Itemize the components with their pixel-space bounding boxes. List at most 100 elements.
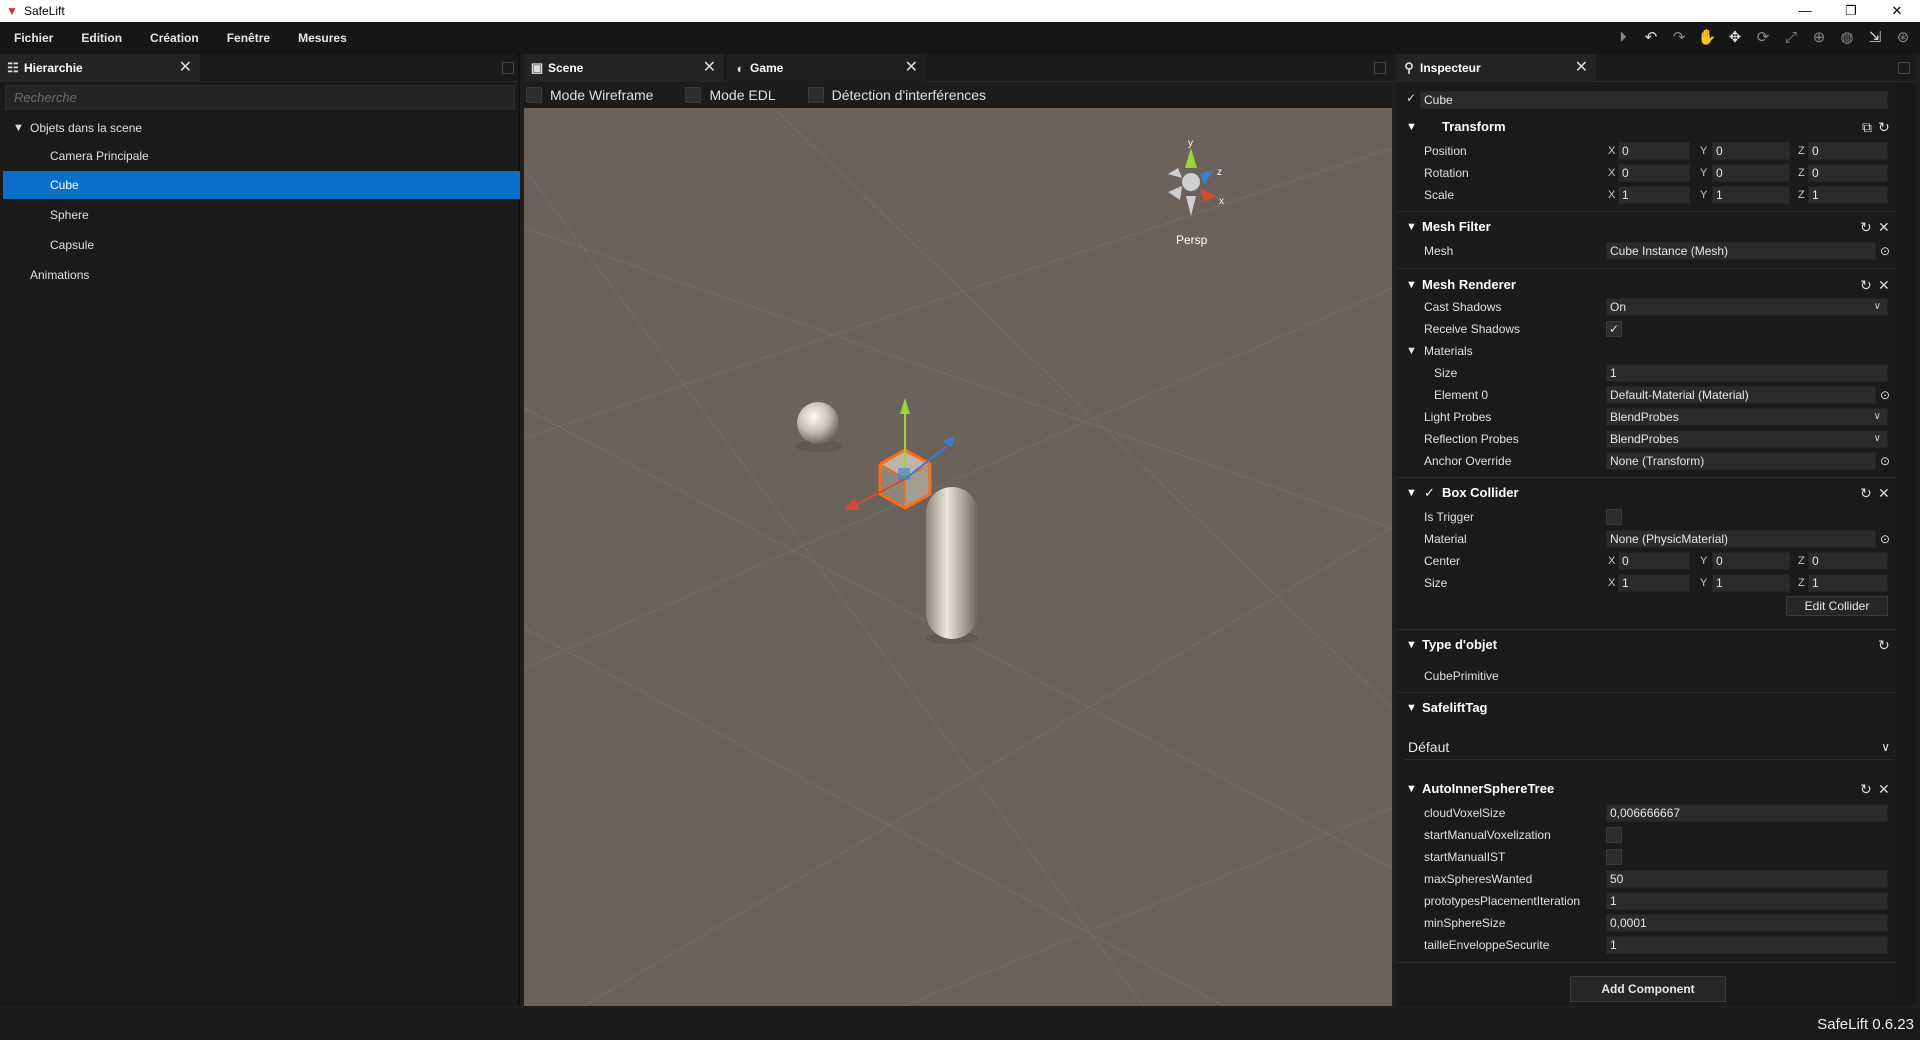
option-interference[interactable]: Détection d'interférences bbox=[807, 87, 986, 103]
close-icon[interactable]: ✕ bbox=[1575, 54, 1588, 82]
reset-icon[interactable]: ↻ bbox=[1860, 214, 1872, 240]
scale-z-field[interactable]: 1 bbox=[1808, 186, 1888, 204]
size-z-field[interactable]: 1 bbox=[1808, 574, 1888, 592]
position-y-field[interactable]: 0 bbox=[1712, 142, 1790, 160]
close-window-button[interactable]: ✕ bbox=[1874, 0, 1920, 22]
menu-edition[interactable]: Edition bbox=[67, 22, 136, 54]
maximize-panel-icon[interactable] bbox=[1898, 62, 1910, 74]
rotation-z-field[interactable]: 0 bbox=[1808, 164, 1888, 182]
tab-hierarchie[interactable]: ☷ Hierarchie ✕ bbox=[0, 54, 200, 82]
add-component-button[interactable]: Add Component bbox=[1570, 976, 1726, 1002]
size-y-field[interactable]: 1 bbox=[1712, 574, 1790, 592]
scale-y-field[interactable]: 1 bbox=[1712, 186, 1790, 204]
hierarchy-item-cube[interactable]: Cube bbox=[3, 171, 520, 199]
copy-icon[interactable]: ⧉ bbox=[1862, 114, 1872, 140]
menu-mesures[interactable]: Mesures bbox=[284, 22, 361, 54]
reset-icon[interactable]: ↻ bbox=[1878, 632, 1890, 658]
materials-size-field[interactable]: 1 bbox=[1606, 364, 1888, 382]
hierarchy-item-sphere[interactable]: Sphere bbox=[3, 201, 520, 229]
reflection-probes-dropdown[interactable]: BlendProbes ∨ bbox=[1606, 430, 1888, 448]
start-manual-ist-checkbox[interactable] bbox=[1606, 849, 1622, 865]
expand-triangle-icon[interactable]: ▼ bbox=[13, 114, 24, 142]
center-y-field[interactable]: 0 bbox=[1712, 552, 1790, 570]
maximize-panel-icon[interactable] bbox=[502, 62, 514, 74]
move-icon[interactable]: ✥ bbox=[1724, 27, 1746, 49]
center-x-field[interactable]: 0 bbox=[1618, 552, 1690, 570]
position-x-field[interactable]: 0 bbox=[1618, 142, 1690, 160]
menu-fenetre[interactable]: Fenêtre bbox=[213, 22, 284, 54]
orientation-gizmo[interactable]: y z x Persp bbox=[1168, 138, 1224, 247]
checkbox[interactable] bbox=[526, 87, 542, 103]
undo-icon[interactable]: ↶ bbox=[1640, 27, 1662, 49]
prototypes-iteration-field[interactable]: 1 bbox=[1606, 892, 1888, 910]
hand-icon[interactable]: ✋ bbox=[1696, 27, 1718, 49]
close-icon[interactable]: ✕ bbox=[905, 54, 918, 82]
redo-icon[interactable]: ↷ bbox=[1668, 27, 1690, 49]
is-trigger-checkbox[interactable] bbox=[1606, 509, 1622, 525]
pivot-icon[interactable]: ⇲ bbox=[1864, 27, 1886, 49]
object-name-field[interactable]: Cube bbox=[1420, 91, 1888, 109]
rotation-y-field[interactable]: 0 bbox=[1712, 164, 1790, 182]
auto-ist-header[interactable]: ▼ AutoInnerSphereTree ↻ ✕ bbox=[1396, 776, 1896, 802]
cloud-voxel-size-field[interactable]: 0,006666667 bbox=[1606, 804, 1888, 822]
restore-button[interactable]: ❐ bbox=[1828, 0, 1874, 22]
reset-icon[interactable]: ↻ bbox=[1860, 272, 1872, 298]
scale-icon[interactable]: ⤢ bbox=[1780, 27, 1802, 49]
mesh-filter-header[interactable]: ▼ Mesh Filter ↻ ✕ bbox=[1396, 214, 1896, 240]
play-icon[interactable]: ⏵ bbox=[1612, 27, 1634, 49]
remove-icon[interactable]: ✕ bbox=[1878, 776, 1890, 802]
transform-header[interactable]: ▼ Transform ⧉ ↻ bbox=[1396, 114, 1896, 140]
tab-scene[interactable]: ▣ Scene ✕ bbox=[524, 54, 724, 82]
object-picker-icon[interactable]: ⊙ bbox=[1880, 240, 1890, 262]
rect-icon[interactable]: ⊕ bbox=[1808, 27, 1830, 49]
view-mode-label[interactable]: Persp bbox=[1176, 233, 1208, 247]
max-spheres-field[interactable]: 50 bbox=[1606, 870, 1888, 888]
active-checkbox[interactable]: ✓ bbox=[1404, 92, 1418, 106]
collapse-triangle-icon[interactable]: ▼ bbox=[1406, 480, 1417, 506]
collapse-triangle-icon[interactable]: ▼ bbox=[1406, 695, 1417, 721]
mesh-renderer-header[interactable]: ▼ Mesh Renderer ↻ ✕ bbox=[1396, 272, 1896, 298]
tab-game[interactable]: ◖ Game ✕ bbox=[726, 54, 926, 82]
box-collider-header[interactable]: ▼ ✓ Box Collider ↻ ✕ bbox=[1396, 480, 1896, 506]
edit-collider-button[interactable]: Edit Collider bbox=[1786, 596, 1888, 616]
remove-icon[interactable]: ✕ bbox=[1878, 214, 1890, 240]
materials-row[interactable]: ▼ Materials bbox=[1396, 340, 1896, 362]
sphere-object[interactable] bbox=[795, 402, 843, 452]
menu-fichier[interactable]: Fichier bbox=[0, 22, 67, 54]
start-manual-voxelization-checkbox[interactable] bbox=[1606, 827, 1622, 843]
collapse-triangle-icon[interactable]: ▼ bbox=[1406, 632, 1417, 658]
object-picker-icon[interactable]: ⊙ bbox=[1880, 384, 1890, 406]
tab-inspecteur[interactable]: ⚲ Inspecteur ✕ bbox=[1396, 54, 1596, 82]
scene-viewport[interactable]: y z x Persp bbox=[524, 108, 1392, 1006]
collider-material-field[interactable]: None (PhysicMaterial) bbox=[1606, 530, 1876, 548]
minimize-button[interactable]: — bbox=[1782, 0, 1828, 22]
receive-shadows-checkbox[interactable]: ✓ bbox=[1606, 321, 1622, 337]
light-probes-dropdown[interactable]: BlendProbes ∨ bbox=[1606, 408, 1888, 426]
remove-icon[interactable]: ✕ bbox=[1878, 272, 1890, 298]
checkbox[interactable] bbox=[685, 87, 702, 103]
scene-render[interactable]: y z x Persp bbox=[524, 108, 1392, 1006]
collapse-triangle-icon[interactable]: ▼ bbox=[1406, 776, 1417, 802]
search-input[interactable]: Recherche bbox=[5, 85, 515, 110]
object-picker-icon[interactable]: ⊙ bbox=[1880, 450, 1890, 472]
object-picker-icon[interactable]: ⊙ bbox=[1880, 528, 1890, 550]
close-icon[interactable]: ✕ bbox=[703, 54, 716, 82]
hierarchy-root[interactable]: ▼ Objets dans la scene bbox=[3, 114, 520, 142]
type-objet-header[interactable]: ▼ Type d'objet ↻ bbox=[1396, 632, 1896, 658]
hierarchy-item-capsule[interactable]: Capsule bbox=[3, 231, 520, 259]
hierarchy-item-animations[interactable]: Animations bbox=[3, 261, 520, 289]
center-z-field[interactable]: 0 bbox=[1808, 552, 1888, 570]
min-sphere-size-field[interactable]: 0,0001 bbox=[1606, 914, 1888, 932]
cast-shadows-dropdown[interactable]: On ∨ bbox=[1606, 298, 1888, 316]
size-x-field[interactable]: 1 bbox=[1618, 574, 1690, 592]
reset-icon[interactable]: ↻ bbox=[1860, 480, 1872, 506]
option-edl[interactable]: Mode EDL bbox=[685, 87, 776, 103]
scale-x-field[interactable]: 1 bbox=[1618, 186, 1690, 204]
safelift-tag-dropdown[interactable]: Défaut ∨ bbox=[1404, 734, 1894, 760]
safelift-tag-header[interactable]: ▼ SafeliftTag bbox=[1396, 695, 1896, 721]
taille-enveloppe-field[interactable]: 1 bbox=[1606, 936, 1888, 954]
anchor-override-field[interactable]: None (Transform) bbox=[1606, 452, 1876, 470]
element0-field[interactable]: Default-Material (Material) bbox=[1606, 386, 1876, 404]
close-icon[interactable]: ✕ bbox=[179, 54, 192, 82]
box-collider-enable-checkbox[interactable]: ✓ bbox=[1424, 480, 1435, 506]
